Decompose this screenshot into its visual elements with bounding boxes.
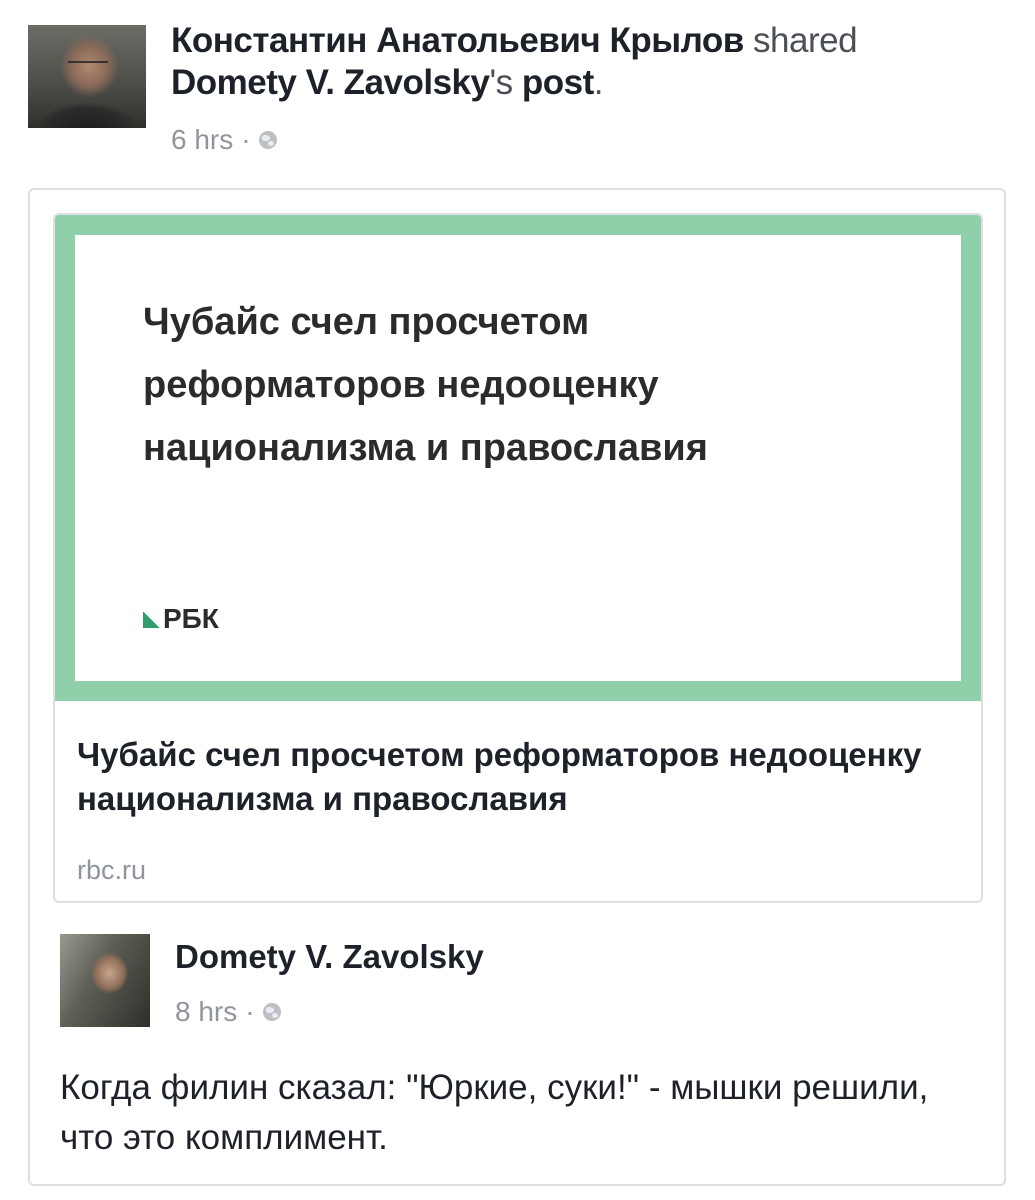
avatar-glasses-detail	[68, 61, 108, 71]
rbk-logo-text: РБК	[163, 603, 219, 634]
rbk-logo: РБК	[143, 603, 219, 635]
shared-verb: shared	[753, 21, 858, 60]
share-meta: 6 hrs ·	[171, 124, 277, 156]
thumbnail-panel: Чубайс счел просчетом реформаторов недоо…	[75, 235, 961, 681]
link-preview-card[interactable]: Чубайс счел просчетом реформаторов недоо…	[53, 213, 983, 903]
author-name-link[interactable]: Domety V. Zavolsky	[175, 938, 484, 976]
headline-period: .	[593, 63, 604, 102]
author-timestamp[interactable]: 8 hrs	[175, 996, 237, 1028]
share-header: Константин Анатольевич Крылов shared Dom…	[28, 20, 1018, 170]
post-link[interactable]: post	[522, 63, 594, 102]
sharer-avatar[interactable]	[28, 25, 146, 128]
share-headline: Константин Анатольевич Крылов shared Dom…	[171, 20, 858, 155]
sharer-name-link[interactable]: Константин Анатольевич Крылов	[171, 21, 744, 60]
author-meta-separator: ·	[245, 996, 255, 1027]
globe-icon[interactable]	[258, 131, 277, 149]
original-post-author: Domety V. Zavolsky 8 hrs ·	[60, 932, 960, 1032]
possessive-suffix: 's	[489, 63, 513, 102]
original-author-link[interactable]: Domety V. Zavolsky	[171, 63, 490, 102]
meta-separator: ·	[241, 124, 251, 155]
thumbnail-headline: Чубайс счел просчетом реформаторов недоо…	[143, 301, 708, 469]
shared-post-container: Чубайс счел просчетом реформаторов недоо…	[28, 188, 1006, 1186]
share-timestamp[interactable]: 6 hrs	[171, 124, 233, 156]
post-body-text: Когда филин сказал: "Юркие, суки!" - мыш…	[60, 1068, 929, 1157]
author-meta: 8 hrs ·	[175, 996, 281, 1028]
link-domain: rbc.ru	[77, 855, 147, 885]
globe-icon[interactable]	[262, 1003, 281, 1021]
link-thumbnail[interactable]: Чубайс счел просчетом реформаторов недоо…	[55, 215, 981, 701]
rbk-logo-mark-icon	[143, 612, 161, 628]
author-avatar[interactable]	[60, 934, 150, 1027]
link-title[interactable]: Чубайс счел просчетом реформаторов недоо…	[77, 733, 957, 821]
